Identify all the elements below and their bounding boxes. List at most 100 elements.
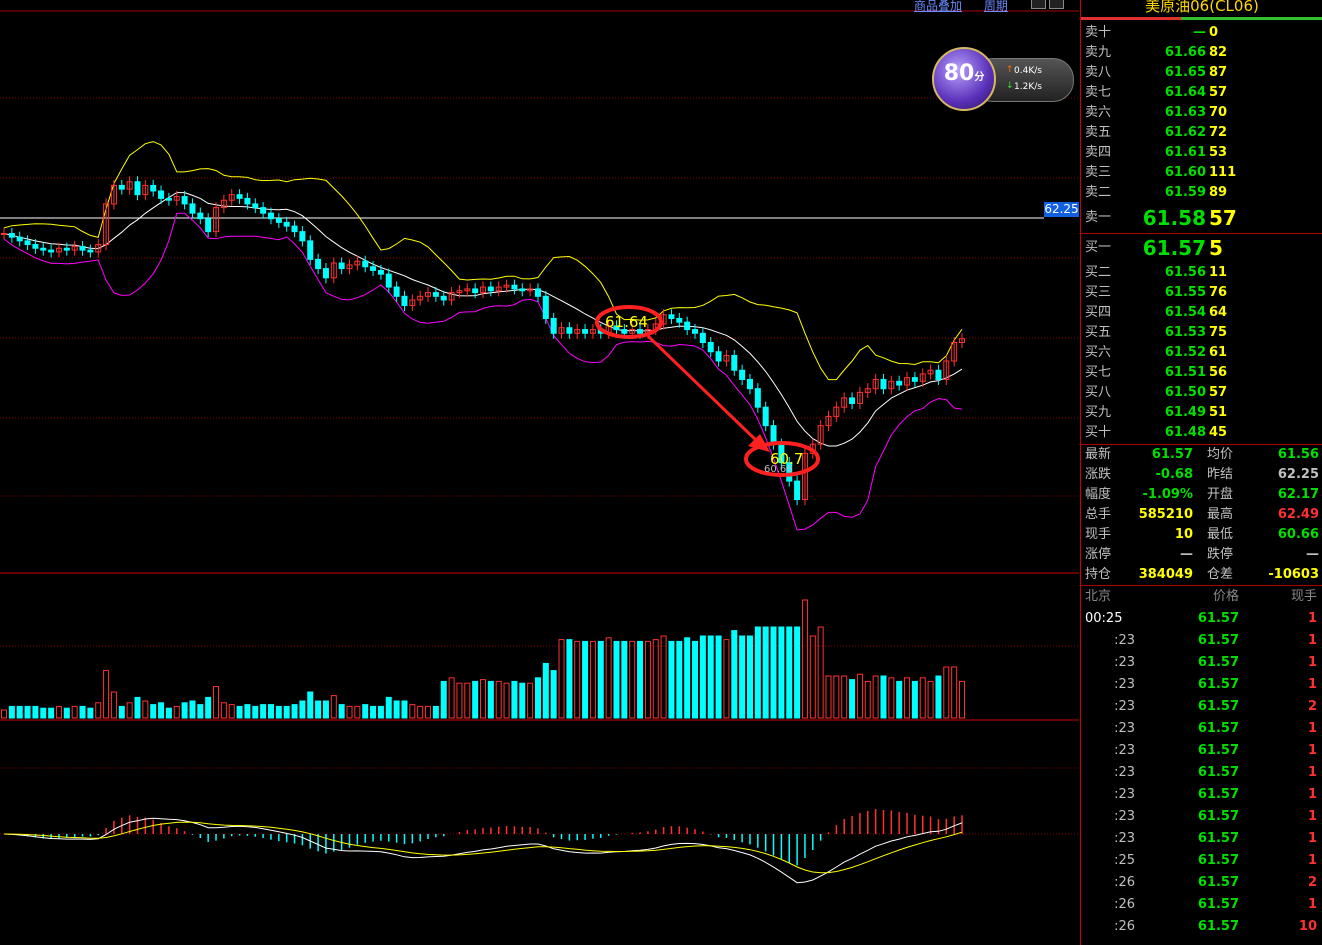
- candle-body: [322, 268, 329, 279]
- ask-row[interactable]: 卖十 —0: [1081, 23, 1322, 43]
- bid-price: 61.52: [1164, 345, 1206, 360]
- candle-body: [440, 295, 447, 301]
- bid-row[interactable]: 买四 61.54 64: [1081, 303, 1322, 323]
- candle-body: [692, 329, 699, 334]
- candle-body: [158, 190, 165, 199]
- ask-row[interactable]: 卖九 61.66 82: [1081, 43, 1322, 63]
- volume-bar: [809, 635, 816, 719]
- ask-row[interactable]: 卖八 61.65 87: [1081, 63, 1322, 83]
- bid-row[interactable]: 买八 61.50 57: [1081, 383, 1322, 403]
- candle-body: [739, 369, 746, 380]
- ask-label: 卖八: [1085, 65, 1112, 80]
- bid-price: 61.50: [1164, 385, 1206, 400]
- tick-volume: 1: [1307, 897, 1317, 912]
- kline-chart-svg[interactable]: [0, 0, 1079, 945]
- candle-body: [550, 317, 557, 334]
- volume-bar: [613, 640, 620, 719]
- candle-body: [236, 194, 243, 199]
- tick-time: :23: [1114, 831, 1135, 846]
- quote-label: 开盘: [1207, 487, 1234, 502]
- ask-row[interactable]: 卖五 61.62 72: [1081, 123, 1322, 143]
- annotation-high: 61.64: [605, 313, 648, 331]
- ask-price: 61.63: [1164, 105, 1206, 120]
- tick-row: :23 61.57 1: [1081, 674, 1322, 696]
- bid-row[interactable]: 买十 61.48 45: [1081, 423, 1322, 443]
- ask-row[interactable]: 卖一 61.58 57: [1081, 208, 1322, 230]
- bid-row[interactable]: 买九 61.49 51: [1081, 403, 1322, 423]
- tick-price: 61.57: [1197, 831, 1239, 846]
- ask-price: 61.65: [1164, 65, 1206, 80]
- bid-label: 买十: [1085, 425, 1112, 440]
- bid-row[interactable]: 买一 61.57 5: [1081, 238, 1322, 258]
- bid-row[interactable]: 买二 61.56 11: [1081, 263, 1322, 283]
- volume-bar: [118, 705, 125, 719]
- tick-price: 61.57: [1197, 853, 1239, 868]
- candle-body: [189, 203, 196, 214]
- ask-row[interactable]: 卖三 61.60 111: [1081, 163, 1322, 183]
- kline-chart-area[interactable]: 商品叠加 周期 62.25 61.64 60.7 60.66 80分 ↑ 0.4…: [0, 0, 1079, 945]
- ticks-separator: [1081, 585, 1322, 586]
- candle-body: [762, 406, 769, 427]
- volume-bar: [393, 700, 400, 719]
- tick-volume: 1: [1307, 831, 1317, 846]
- volume-bar: [746, 635, 753, 719]
- maximize-icon[interactable]: [1049, 0, 1064, 9]
- bid-row[interactable]: 买七 61.51 56: [1081, 363, 1322, 383]
- tick-row: :23 61.57 1: [1081, 740, 1322, 762]
- tick-time: :26: [1114, 875, 1135, 890]
- bid-row[interactable]: 买三 61.55 76: [1081, 283, 1322, 303]
- candle-body: [668, 314, 675, 319]
- contract-title[interactable]: 美原油06(CL06): [1081, 0, 1322, 18]
- volume-bar: [425, 705, 432, 719]
- candle-body: [370, 266, 377, 271]
- volume-bar: [472, 680, 479, 719]
- bid-label: 买五: [1085, 325, 1112, 340]
- ask-row[interactable]: 卖四 61.61 53: [1081, 143, 1322, 163]
- bid-row[interactable]: 买六 61.52 61: [1081, 343, 1322, 363]
- upload-arrow-icon: ↑: [1006, 65, 1014, 75]
- tick-row: :23 61.57 1: [1081, 828, 1322, 850]
- volume-bar: [87, 707, 94, 719]
- restore-icon[interactable]: [1031, 0, 1046, 9]
- volume-bar: [1, 709, 7, 719]
- tick-time: :23: [1114, 633, 1135, 648]
- ask-row[interactable]: 卖六 61.63 70: [1081, 103, 1322, 123]
- bid-row[interactable]: 买五 61.53 75: [1081, 323, 1322, 343]
- quote-label: 持仓: [1085, 567, 1112, 582]
- candle-body: [307, 240, 314, 260]
- ask-row[interactable]: 卖二 61.59 89: [1081, 183, 1322, 203]
- volume-bar: [778, 626, 785, 719]
- volume-bar: [589, 640, 596, 719]
- volume-bar: [511, 680, 518, 719]
- candle-body: [676, 317, 683, 323]
- candle-body: [699, 332, 706, 343]
- ask-volume: 82: [1209, 45, 1228, 60]
- volume-bar: [644, 640, 651, 719]
- overlay-link[interactable]: 商品叠加: [914, 0, 962, 13]
- candle-body: [385, 273, 392, 288]
- volume-bar: [181, 702, 188, 719]
- quote-value: 61.56: [1277, 447, 1319, 462]
- candle-body: [134, 181, 141, 196]
- volume-bar: [684, 637, 691, 719]
- volume-bar: [817, 626, 824, 719]
- candle-body: [849, 397, 856, 404]
- period-link[interactable]: 周期: [984, 0, 1008, 13]
- bid-label: 买六: [1085, 345, 1112, 360]
- volume-bar: [495, 680, 502, 719]
- tick-volume: 1: [1307, 853, 1317, 868]
- volume-bar: [527, 682, 534, 719]
- volume-bar: [417, 705, 424, 719]
- network-speed-widget[interactable]: 80分 ↑ 0.4K/s ↓ 1.2K/s: [932, 47, 1074, 111]
- candle-body: [283, 221, 290, 227]
- ask-row[interactable]: 卖七 61.64 57: [1081, 83, 1322, 103]
- quote-label: 跌停: [1207, 547, 1234, 562]
- candle-body: [150, 184, 157, 192]
- volume-bar: [707, 635, 714, 719]
- book-separator: [1081, 233, 1322, 234]
- ask-price: 61.64: [1164, 85, 1206, 100]
- download-rate: 1.2K/s: [1014, 82, 1042, 92]
- volume-bar: [8, 705, 15, 719]
- volume-bar: [32, 705, 39, 719]
- volume-bar: [762, 626, 769, 719]
